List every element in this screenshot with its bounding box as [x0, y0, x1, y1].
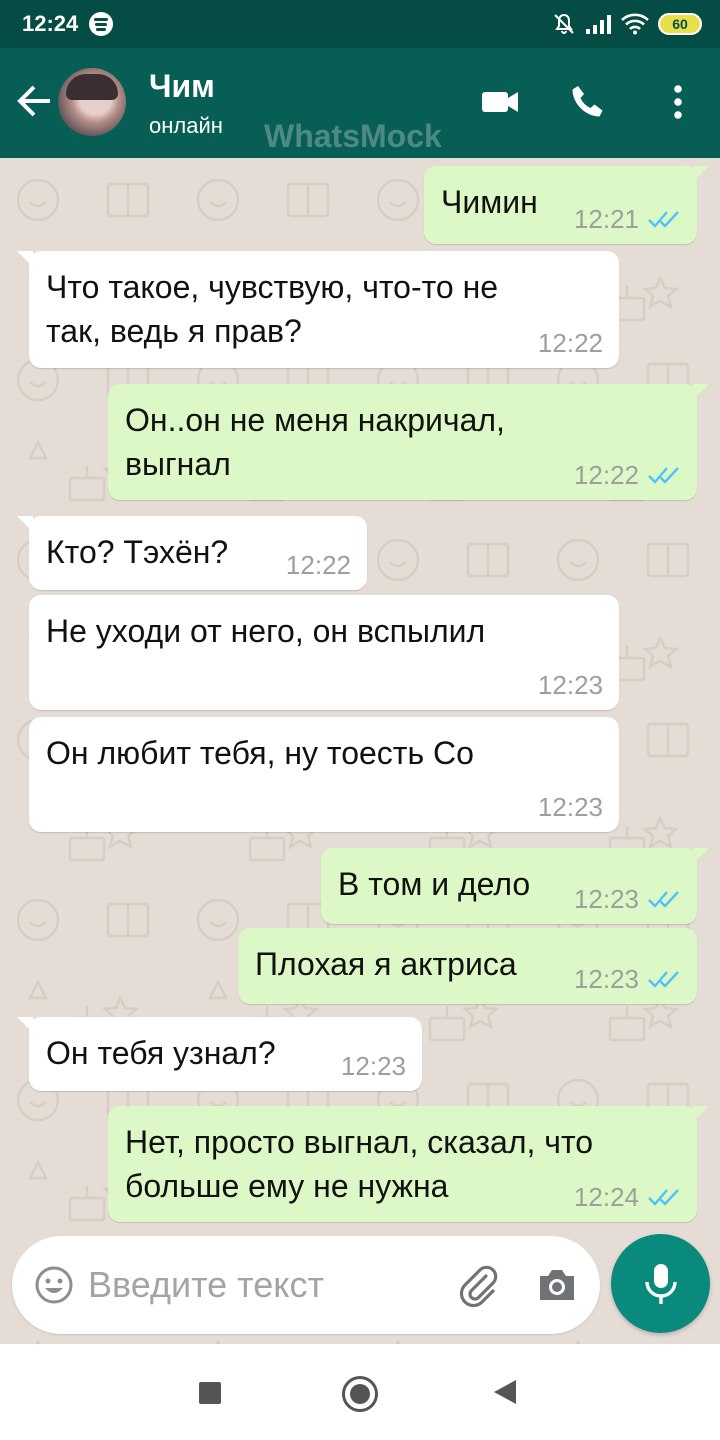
video-call-icon[interactable]	[478, 80, 522, 124]
message-text: Не уходи от него, он вспылил	[46, 613, 486, 649]
message-bubble-outgoing[interactable]: Плохая я актриса 12:23	[238, 928, 697, 1004]
message-time: 12:23	[340, 1051, 406, 1081]
message-time: 12:24	[573, 1182, 639, 1212]
message-bubble-incoming[interactable]: Кто? Тэхён? 12:22	[17, 516, 367, 590]
wifi-icon	[621, 13, 649, 35]
read-ticks-icon	[648, 211, 679, 228]
contact-status: онлайн	[149, 113, 223, 138]
message-meta: 12:23	[574, 964, 681, 994]
message-meta: 12:23	[341, 1051, 406, 1081]
message-text: Плохая я актриса	[255, 946, 517, 982]
message-meta: 12:23	[538, 792, 603, 822]
signal-icon	[586, 15, 611, 34]
message-time: 12:21	[573, 204, 639, 234]
message-text: Он тебя узнал?	[46, 1035, 276, 1071]
message-meta: 12:21	[574, 204, 681, 234]
status-time: 12:24	[22, 11, 79, 36]
message-composer	[12, 1236, 600, 1334]
spotify-icon	[89, 12, 113, 36]
message-text: Он..он не меня накричал, выгнал	[125, 402, 505, 482]
message-input[interactable]	[88, 1258, 418, 1312]
message-time: 12:23	[573, 884, 639, 914]
message-bubble-outgoing[interactable]: Он..он не меня накричал, выгнал 12:22	[108, 384, 709, 500]
message-meta: 12:24	[574, 1182, 681, 1212]
message-text: Нет, просто выгнал, сказал, что больше е…	[125, 1124, 594, 1204]
camera-icon[interactable]	[536, 1266, 578, 1304]
read-ticks-icon	[648, 1189, 679, 1206]
status-icons: 60	[552, 9, 702, 39]
message-meta: 12:22	[286, 550, 351, 580]
message-time: 12:23	[537, 792, 603, 822]
home-icon[interactable]	[342, 1376, 378, 1412]
message-bubble-incoming[interactable]: Он любит тебя, ну тоесть Со 12:23	[29, 717, 619, 832]
message-time: 12:23	[537, 670, 603, 700]
message-meta: 12:22	[574, 460, 681, 490]
message-meta: 12:23	[538, 670, 603, 700]
message-bubble-incoming[interactable]: Что такое, чувствую, что-то не так, ведь…	[17, 251, 619, 368]
message-bubble-outgoing[interactable]: Нет, просто выгнал, сказал, что больше е…	[108, 1106, 709, 1222]
message-meta: 12:23	[574, 884, 681, 914]
message-bubble-outgoing[interactable]: Чимин 12:21	[424, 166, 709, 244]
message-time: 12:23	[573, 964, 639, 994]
message-bubble-outgoing[interactable]: В том и дело 12:23	[321, 848, 709, 924]
message-text: Чимин	[441, 184, 538, 220]
attach-icon[interactable]	[456, 1262, 502, 1308]
message-text: Кто? Тэхён?	[46, 534, 229, 570]
message-list[interactable]: Чимин 12:21 Что такое, чувствую, что-то …	[0, 158, 720, 1344]
mic-button[interactable]	[611, 1234, 710, 1333]
emoji-icon[interactable]	[34, 1265, 74, 1305]
back-arrow-icon[interactable]	[14, 81, 54, 121]
recents-icon[interactable]	[199, 1382, 221, 1404]
message-meta: 12:22	[538, 328, 603, 358]
message-bubble-incoming[interactable]: Не уходи от него, он вспылил 12:23	[29, 595, 619, 710]
message-text: Что такое, чувствую, что-то не так, ведь…	[46, 269, 499, 349]
more-options-icon[interactable]	[656, 80, 700, 124]
watermark: WhatsMock	[264, 118, 442, 154]
status-bar: 12:24 60	[0, 0, 720, 48]
contact-avatar[interactable]	[58, 68, 126, 136]
voice-call-icon[interactable]	[566, 80, 610, 124]
message-bubble-incoming[interactable]: Он тебя узнал? 12:23	[17, 1017, 422, 1091]
message-time: 12:22	[537, 328, 603, 358]
silent-bell-icon	[554, 13, 574, 34]
read-ticks-icon	[648, 891, 679, 908]
battery-icon: 60	[658, 13, 702, 35]
message-text: Он любит тебя, ну тоесть Со	[46, 735, 474, 771]
read-ticks-icon	[648, 467, 679, 484]
contact-name[interactable]: Чим	[149, 68, 215, 105]
chat-header: Чим онлайн WhatsMock	[0, 48, 720, 158]
message-time: 12:22	[285, 550, 351, 580]
system-nav-bar	[0, 1344, 720, 1440]
read-ticks-icon	[648, 971, 679, 988]
mic-icon	[645, 1264, 677, 1304]
back-icon[interactable]	[494, 1380, 516, 1404]
message-time: 12:22	[573, 460, 639, 490]
message-text: В том и дело	[338, 866, 531, 902]
